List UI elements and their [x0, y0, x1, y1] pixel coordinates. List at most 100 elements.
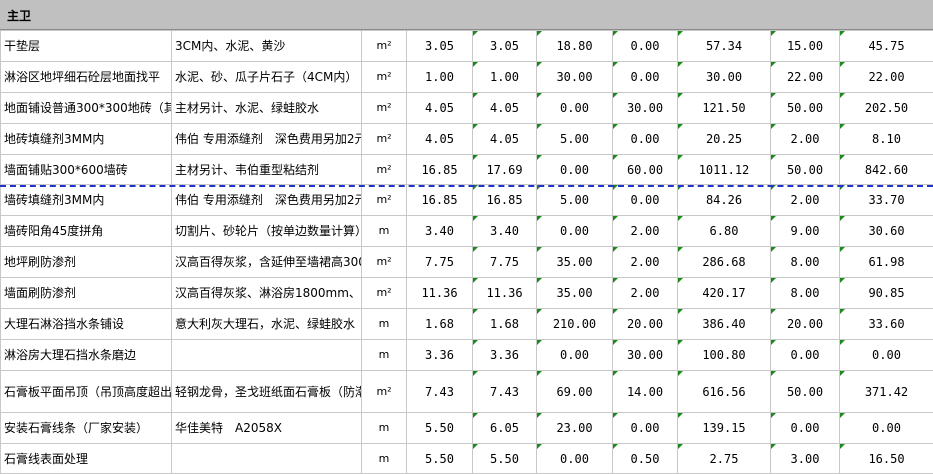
aux-amount-cell[interactable]: 371.42 [839, 370, 933, 413]
aux-amount-cell[interactable]: 0.00 [839, 412, 933, 444]
amount-cell[interactable]: 100.80 [677, 339, 771, 371]
labor-price-cell[interactable]: 60.00 [612, 154, 678, 185]
unit-cell[interactable]: m² [361, 61, 407, 93]
aux-price-cell[interactable]: 8.00 [770, 246, 840, 278]
item-desc-cell[interactable]: 华佳美特 A2058X [171, 412, 362, 444]
quantity-cell[interactable]: 3.36 [406, 339, 473, 371]
material-price-cell[interactable]: 0.00 [536, 443, 613, 474]
quantity-cell[interactable]: 4.05 [406, 123, 473, 155]
item-name-cell[interactable]: 淋浴房大理石挡水条磨边 [0, 339, 172, 371]
item-desc-cell[interactable]: 汉高百得灰浆、淋浴房1800mm、台盆后1300mm [171, 277, 362, 309]
item-name-cell[interactable]: 淋浴区地坪细石砼层地面找平 [0, 61, 172, 93]
material-price-cell[interactable]: 210.00 [536, 308, 613, 340]
quantity-adjusted-cell[interactable]: 3.36 [472, 339, 537, 371]
labor-price-cell[interactable]: 0.50 [612, 443, 678, 474]
quantity-adjusted-cell[interactable]: 3.05 [472, 30, 537, 62]
labor-price-cell[interactable]: 0.00 [612, 61, 678, 93]
labor-price-cell[interactable]: 2.00 [612, 277, 678, 309]
amount-cell[interactable]: 420.17 [677, 277, 771, 309]
item-name-cell[interactable]: 干垫层 [0, 30, 172, 62]
item-name-cell[interactable]: 石膏线表面处理 [0, 443, 172, 474]
item-name-cell[interactable]: 地坪刷防渗剂 [0, 246, 172, 278]
aux-amount-cell[interactable]: 8.10 [839, 123, 933, 155]
item-desc-cell[interactable]: 汉高百得灰浆，含延伸至墙裙高300MM内 [171, 246, 362, 278]
unit-cell[interactable]: m [361, 215, 407, 247]
amount-cell[interactable]: 20.25 [677, 123, 771, 155]
item-desc-cell[interactable]: 主材另计、水泥、绿蛙胶水 [171, 92, 362, 124]
table-row[interactable]: 石膏线表面处理 m 5.50 5.50 0.00 0.50 2.75 3.00 16.50 [0, 443, 933, 474]
unit-cell[interactable]: m² [361, 92, 407, 124]
amount-cell[interactable]: 121.50 [677, 92, 771, 124]
table-row[interactable]: 安装石膏线条（厂家安装） 华佳美特 A2058X m 5.50 6.05 23.00 0.0… [0, 412, 933, 444]
quantity-cell[interactable]: 16.85 [406, 154, 473, 185]
item-name-cell[interactable]: 墙砖阳角45度拼角 [0, 215, 172, 247]
labor-price-cell[interactable]: 2.00 [612, 246, 678, 278]
aux-amount-cell[interactable]: 842.60 [839, 154, 933, 185]
item-desc-cell[interactable]: 意大利灰大理石，水泥、绿蛙胶水 [171, 308, 362, 340]
item-desc-cell[interactable]: 轻钢龙骨，圣戈班纸面石膏板（防潮型） [171, 370, 362, 413]
quantity-adjusted-cell[interactable]: 11.36 [472, 277, 537, 309]
item-desc-cell[interactable]: 伟伯 专用添缝剂 深色费用另加2元/m2 [171, 123, 362, 155]
amount-cell[interactable]: 386.40 [677, 308, 771, 340]
labor-price-cell[interactable]: 0.00 [612, 412, 678, 444]
aux-amount-cell[interactable]: 16.50 [839, 443, 933, 474]
item-desc-cell[interactable]: 伟伯 专用添缝剂 深色费用另加2元/m2 [171, 184, 362, 216]
item-desc-cell[interactable]: 主材另计、韦伯重型粘结剂 [171, 154, 362, 185]
quantity-cell[interactable]: 7.75 [406, 246, 473, 278]
aux-price-cell[interactable]: 15.00 [770, 30, 840, 62]
amount-cell[interactable]: 6.80 [677, 215, 771, 247]
aux-price-cell[interactable]: 9.00 [770, 215, 840, 247]
material-price-cell[interactable]: 23.00 [536, 412, 613, 444]
aux-price-cell[interactable]: 50.00 [770, 370, 840, 413]
amount-cell[interactable]: 139.15 [677, 412, 771, 444]
aux-amount-cell[interactable]: 33.60 [839, 308, 933, 340]
unit-cell[interactable]: m² [361, 370, 407, 413]
labor-price-cell[interactable]: 0.00 [612, 123, 678, 155]
material-price-cell[interactable]: 0.00 [536, 339, 613, 371]
quantity-cell[interactable]: 3.05 [406, 30, 473, 62]
unit-cell[interactable]: m [361, 339, 407, 371]
labor-price-cell[interactable]: 30.00 [612, 92, 678, 124]
item-desc-cell[interactable] [171, 443, 362, 474]
material-price-cell[interactable]: 30.00 [536, 61, 613, 93]
material-price-cell[interactable]: 5.00 [536, 184, 613, 216]
unit-cell[interactable]: m [361, 443, 407, 474]
aux-price-cell[interactable]: 22.00 [770, 61, 840, 93]
aux-amount-cell[interactable]: 90.85 [839, 277, 933, 309]
quantity-adjusted-cell[interactable]: 16.85 [472, 184, 537, 216]
item-desc-cell[interactable]: 水泥、砂、瓜子片石子（4CM内） [171, 61, 362, 93]
material-price-cell[interactable]: 35.00 [536, 246, 613, 278]
item-desc-cell[interactable]: 切割片、砂轮片（按单边数量计算） [171, 215, 362, 247]
labor-price-cell[interactable]: 0.00 [612, 30, 678, 62]
quantity-adjusted-cell[interactable]: 4.05 [472, 123, 537, 155]
amount-cell[interactable]: 286.68 [677, 246, 771, 278]
table-row[interactable]: 墙面刷防渗剂汉高百得灰浆、淋浴房1800mm、台盆后1300mmm²11.361… [0, 277, 933, 309]
table-row[interactable]: 大理石淋浴挡水条铺设 意大利灰大理石，水泥、绿蛙胶水 m 1.68 1.68 210.00… [0, 308, 933, 340]
aux-amount-cell[interactable]: 0.00 [839, 339, 933, 371]
amount-cell[interactable]: 30.00 [677, 61, 771, 93]
item-name-cell[interactable]: 墙面铺贴300*600墙砖 [0, 154, 172, 185]
aux-price-cell[interactable]: 8.00 [770, 277, 840, 309]
aux-amount-cell[interactable]: 45.75 [839, 30, 933, 62]
labor-price-cell[interactable]: 2.00 [612, 215, 678, 247]
quantity-adjusted-cell[interactable]: 1.68 [472, 308, 537, 340]
table-row[interactable]: 干垫层 3CM内、水泥、黄沙 m² 3.05 3.05 18.80 0.00 57.34 15.… [0, 30, 933, 62]
quantity-adjusted-cell[interactable]: 4.05 [472, 92, 537, 124]
aux-price-cell[interactable]: 0.00 [770, 412, 840, 444]
material-price-cell[interactable]: 35.00 [536, 277, 613, 309]
table-row[interactable]: 地坪刷防渗剂汉高百得灰浆，含延伸至墙裙高300MM内m²7.757.7535.0… [0, 246, 933, 278]
quantity-cell[interactable]: 1.68 [406, 308, 473, 340]
table-row[interactable]: 墙砖填缝剂3MM内伟伯 专用添缝剂 深色费用另加2元/m2m²16.8516.8… [0, 184, 933, 216]
amount-cell[interactable]: 57.34 [677, 30, 771, 62]
amount-cell[interactable]: 2.75 [677, 443, 771, 474]
aux-price-cell[interactable]: 50.00 [770, 154, 840, 185]
table-row[interactable]: 地砖填缝剂3MM内伟伯 专用添缝剂 深色费用另加2元/m2m²4.054.055… [0, 123, 933, 155]
quantity-cell[interactable]: 3.40 [406, 215, 473, 247]
material-price-cell[interactable]: 18.80 [536, 30, 613, 62]
material-price-cell[interactable]: 0.00 [536, 154, 613, 185]
amount-cell[interactable]: 1011.12 [677, 154, 771, 185]
item-name-cell[interactable]: 石膏板平面吊顶（吊顶高度超出400mm以上部分按展开面积计算） [0, 370, 172, 413]
quantity-cell[interactable]: 11.36 [406, 277, 473, 309]
labor-price-cell[interactable]: 30.00 [612, 339, 678, 371]
aux-amount-cell[interactable]: 33.70 [839, 184, 933, 216]
